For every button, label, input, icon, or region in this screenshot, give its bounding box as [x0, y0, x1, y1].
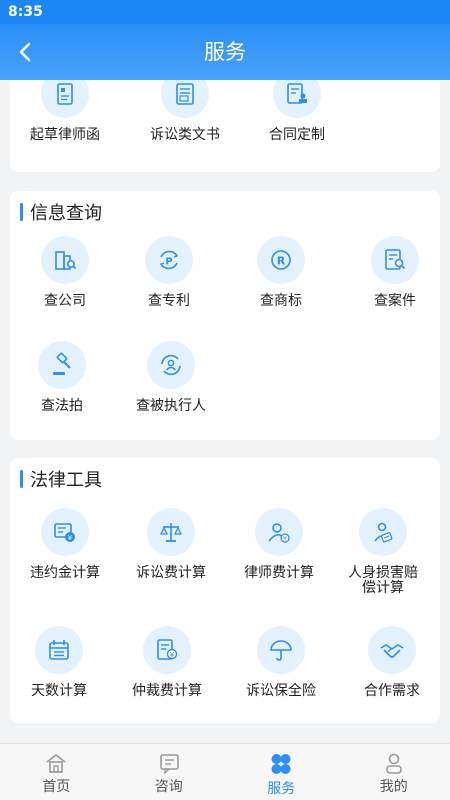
tile-label: 仲裁费计算	[132, 683, 202, 699]
tile-label-line: 偿计算	[362, 580, 404, 596]
tab-label: 我的	[379, 779, 408, 795]
tab-label: 服务	[267, 781, 296, 797]
info-tile-company[interactable]: 查公司	[10, 236, 120, 309]
svg-text:¥: ¥	[68, 534, 73, 542]
tile-label: 律师费计算	[244, 565, 314, 581]
svg-text:P: P	[165, 257, 172, 268]
header: 服务	[0, 24, 450, 80]
tile-label: 查专利	[148, 293, 190, 309]
info-tile-case[interactable]: 查案件	[340, 236, 450, 309]
service-tile-litigation-docs[interactable]: 诉讼类文书	[130, 80, 240, 143]
tab-service[interactable]: 服务	[225, 744, 338, 800]
contract-stamp-icon	[273, 80, 321, 118]
bottom-tab-bar: 首页 咨询 服务 我的	[0, 743, 450, 800]
info-tile-executed-person[interactable]: 查被执行人	[116, 341, 226, 414]
penalty-calc-icon: ¥	[41, 508, 89, 556]
tool-tile-arbitration-fee[interactable]: ¥ 仲裁费计算	[112, 626, 222, 699]
section-accent-bar	[20, 203, 23, 221]
litigation-doc-icon	[161, 80, 209, 118]
tool-tile-litigation-insurance[interactable]: 诉讼保全险	[226, 626, 336, 699]
calendar-icon	[35, 626, 83, 674]
section-title: 法律工具	[20, 468, 102, 491]
tool-tile-days[interactable]: 天数计算	[4, 626, 114, 699]
tile-label: 诉讼费计算	[136, 565, 206, 581]
info-tile-trademark[interactable]: R 查商标	[226, 236, 336, 309]
tile-label: 天数计算	[31, 683, 87, 699]
company-search-icon	[41, 236, 89, 284]
svg-text:¥: ¥	[283, 536, 287, 543]
tile-label: 起草律师函	[30, 127, 100, 143]
trademark-icon: R	[257, 236, 305, 284]
scale-icon	[147, 508, 195, 556]
section-title-text: 法律工具	[30, 470, 102, 491]
tool-tile-injury-compensation[interactable]: 人身损害赔 偿计算	[328, 508, 438, 596]
document-services-card: 起草律师函 诉讼类文书 合同定制	[10, 80, 440, 172]
home-icon	[46, 754, 66, 773]
tile-label: 查被执行人	[136, 398, 206, 414]
service-tile-lawyer-letter[interactable]: 起草律师函	[10, 80, 120, 143]
chat-icon	[159, 754, 179, 774]
tile-label: 诉讼保全险	[246, 683, 316, 699]
status-bar: 8:35	[0, 0, 450, 24]
tile-label: 合同定制	[269, 127, 325, 143]
back-button[interactable]	[8, 34, 44, 70]
svg-text:R: R	[277, 255, 286, 268]
tab-label: 首页	[42, 779, 71, 795]
tab-home[interactable]: 首页	[0, 744, 113, 800]
profile-icon	[385, 753, 402, 774]
tile-label: 合作需求	[364, 683, 420, 699]
patent-icon: P	[145, 236, 193, 284]
arbitration-fee-icon: ¥	[143, 626, 191, 674]
handshake-icon	[368, 626, 416, 674]
info-query-card: 信息查询 查公司 P 查专利 R 查商标 查案件 查法拍 查被执行人	[10, 191, 440, 440]
case-search-icon	[371, 236, 419, 284]
tool-tile-cooperation[interactable]: 合作需求	[337, 626, 447, 699]
tab-consult[interactable]: 咨询	[113, 744, 226, 800]
service-scroll-area[interactable]: 起草律师函 诉讼类文书 合同定制 信息查询 查公司 P 查专利 R 查商标 查案…	[0, 80, 450, 743]
injury-calc-icon	[359, 508, 407, 556]
tab-label: 咨询	[154, 779, 183, 795]
section-accent-bar	[20, 470, 23, 488]
section-title: 信息查询	[20, 201, 102, 224]
tile-label: 查商标	[260, 293, 302, 309]
tile-label: 人身损害赔 偿计算	[348, 566, 418, 596]
tab-profile[interactable]: 我的	[338, 744, 450, 800]
svg-text:¥: ¥	[170, 651, 175, 659]
tile-label-line: 人身损害赔	[348, 565, 418, 581]
lawyer-fee-icon: ¥	[255, 508, 303, 556]
section-title-text: 信息查询	[30, 203, 102, 224]
tile-label: 查公司	[44, 293, 86, 309]
info-tile-patent[interactable]: P 查专利	[114, 236, 224, 309]
person-refresh-icon	[147, 341, 195, 389]
tile-label: 违约金计算	[30, 565, 100, 581]
page-title: 服务	[204, 40, 246, 64]
umbrella-icon	[257, 626, 305, 674]
service-tile-contract[interactable]: 合同定制	[242, 80, 352, 143]
gavel-icon	[38, 341, 86, 389]
legal-tools-card: 法律工具 ¥ 违约金计算 诉讼费计算 ¥ 律师费计算 人身损害赔 偿计算 天数计…	[10, 458, 440, 723]
tool-tile-penalty[interactable]: ¥ 违约金计算	[10, 508, 120, 581]
service-icon	[271, 754, 291, 774]
tile-label: 诉讼类文书	[150, 127, 220, 143]
tool-tile-litigation-fee[interactable]: 诉讼费计算	[116, 508, 226, 581]
tool-tile-lawyer-fee[interactable]: ¥ 律师费计算	[224, 508, 334, 581]
tile-label: 查案件	[374, 293, 416, 309]
chevron-left-icon	[19, 42, 31, 62]
tile-label: 查法拍	[41, 398, 83, 414]
letter-doc-icon	[41, 80, 89, 118]
info-tile-auction[interactable]: 查法拍	[7, 341, 117, 414]
status-time: 8:35	[8, 4, 43, 20]
